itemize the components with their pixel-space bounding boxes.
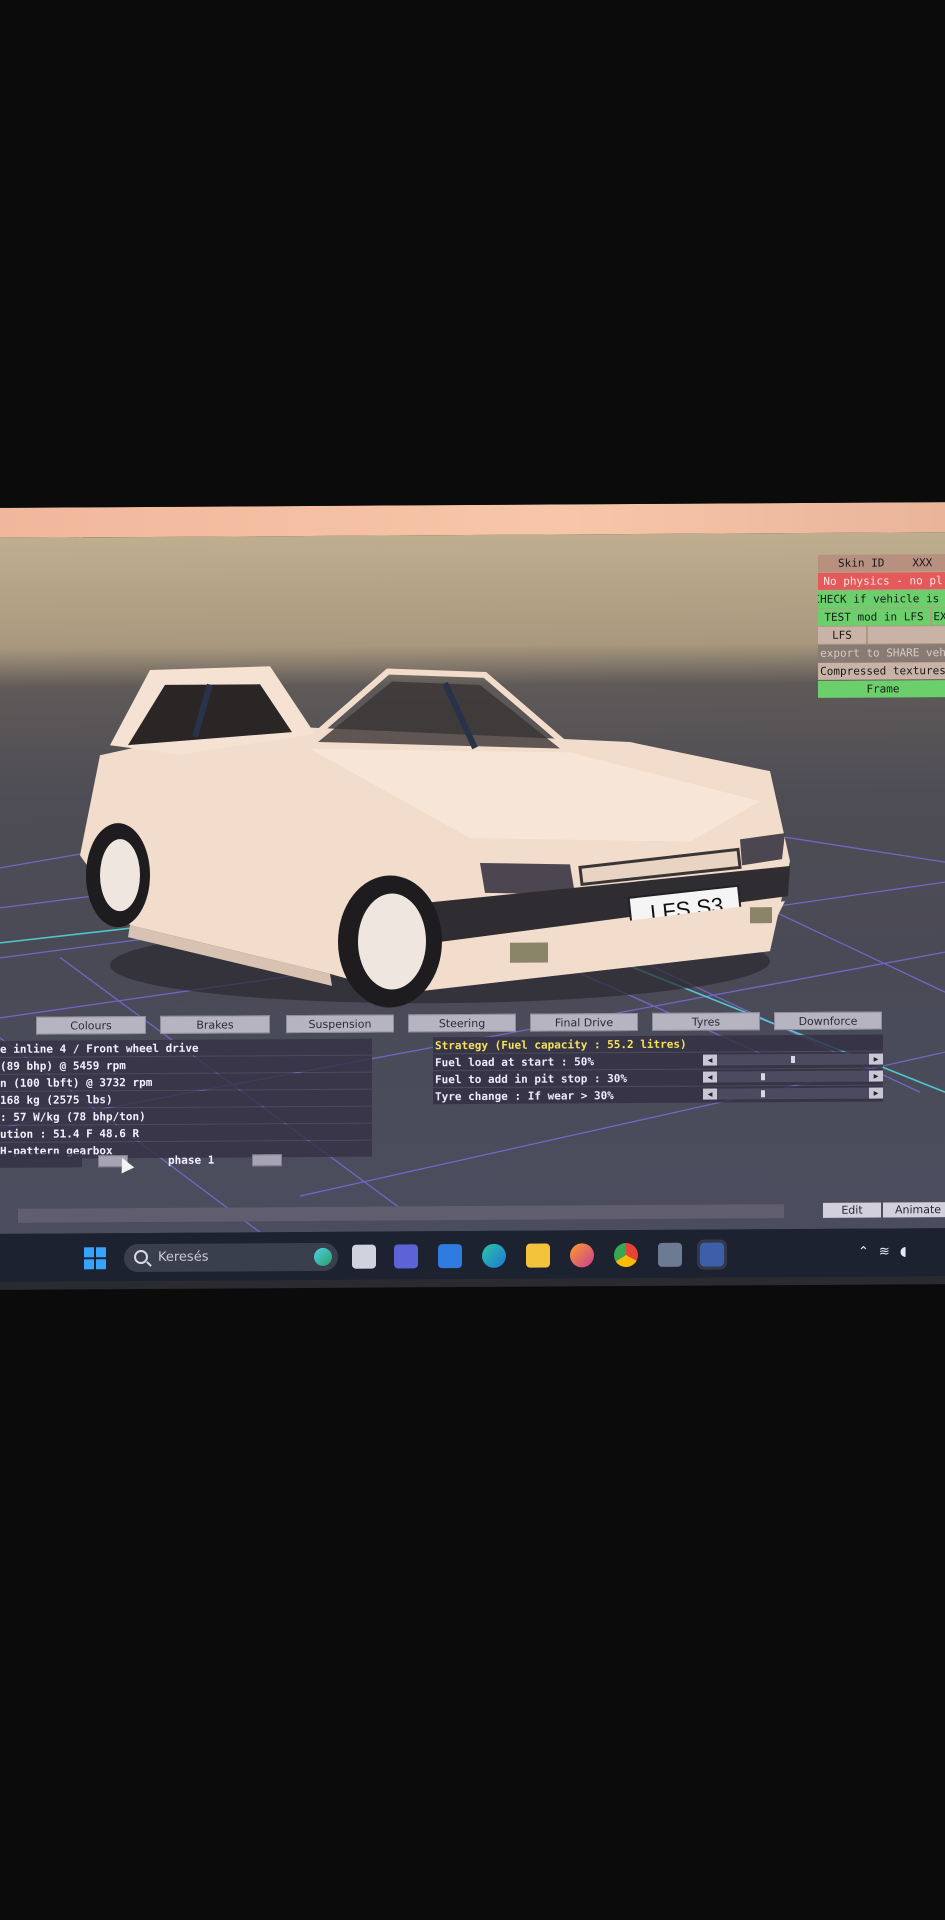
teams-icon[interactable] [394,1244,418,1269]
info-weight-distribution: ution : 51.4 F 48.6 R [0,1123,372,1142]
fuel-load-increase[interactable]: ▶ [869,1053,883,1065]
fuel-pit-decrease[interactable]: ◀ [703,1071,717,1083]
car-model[interactable]: LFS S3 [70,621,810,1026]
skin-panel: Skin ID XXX No physics - no pl CHECK if … [818,554,945,699]
frame-button[interactable]: Frame [818,680,945,698]
tyre-change-row: Tyre change : If wear > 30% ◀ ▶ [433,1085,883,1105]
wifi-icon[interactable]: ≋ [879,1244,890,1259]
speaker-icon[interactable]: ◖ [900,1244,907,1259]
info-power: (89 bhp) @ 5459 rpm [0,1055,372,1074]
strategy-title: Strategy (Fuel capacity : 55.2 litres) [435,1037,687,1052]
tab-brakes[interactable]: Brakes [160,1015,270,1034]
fuel-pit-slider[interactable]: ◀ ▶ [703,1070,883,1083]
skin-id-row[interactable]: Skin ID XXX [818,554,945,572]
skin-id-value: XXX [912,556,933,570]
file-explorer-icon[interactable] [526,1243,550,1268]
copilot-icon[interactable] [314,1247,332,1266]
info-torque: n (100 lbft) @ 3732 rpm [0,1072,372,1091]
fog-light-left [510,942,548,963]
info-mass: 168 kg (2575 lbs) [0,1089,372,1108]
fuel-load-label: Fuel load at start : 50% [435,1054,594,1069]
strategy-title-row: Strategy (Fuel capacity : 55.2 litres) [433,1034,883,1054]
search-placeholder: Keresés [158,1249,209,1265]
windows-start-icon[interactable] [84,1247,106,1270]
check-vehicle-button[interactable]: CHECK if vehicle is v [818,590,945,608]
rear-wheel [86,823,150,928]
lfs-button[interactable]: LFS [818,626,866,644]
tab-tyres[interactable]: Tyres [652,1012,760,1031]
tyre-change-label: Tyre change : If wear > 30% [435,1088,614,1103]
edge-icon[interactable] [482,1243,506,1268]
windshield [318,681,560,749]
export-share-button[interactable]: export to SHARE veh [818,644,945,662]
lfs-editor-icon[interactable] [697,1239,727,1270]
skin-id-label: Skin ID [838,556,885,570]
chevron-up-icon[interactable]: ⌃ [858,1245,869,1260]
phase-selector: phase 1 [0,1151,300,1171]
fuel-pit-increase[interactable]: ▶ [869,1070,883,1082]
tab-final-drive[interactable]: Final Drive [530,1012,638,1032]
front-wheel [338,875,442,1008]
tyre-change-increase[interactable]: ▶ [869,1087,883,1099]
test-mod-extra-button[interactable]: EX [932,608,945,626]
car-info-panel: e inline 4 / Front wheel drive (89 bhp) … [0,1038,372,1160]
bottom-buttons: Edit Animate [823,1202,945,1218]
fog-light-right [750,907,772,924]
windows-taskbar: Keresés ⌃ ≋ ◖ [0,1228,945,1282]
monitor-screen: LFS S3 Skin ID XXX No physics - no pl CH… [0,502,945,1290]
fuel-pit-row: Fuel to add in pit stop : 30% ◀ ▶ [433,1068,883,1088]
phase-left-field [0,1153,82,1168]
strategy-panel: Strategy (Fuel capacity : 55.2 litres) F… [433,1034,883,1105]
test-mod-button[interactable]: TEST mod in LFS [818,608,930,626]
info-engine: e inline 4 / Front wheel drive [0,1038,372,1057]
tab-suspension[interactable]: Suspension [286,1014,394,1034]
tab-downforce[interactable]: Downforce [774,1011,882,1031]
mail-icon[interactable] [438,1244,462,1269]
tyre-change-decrease[interactable]: ◀ [703,1088,717,1100]
tab-colours[interactable]: Colours [36,1015,146,1035]
edit-button[interactable]: Edit [823,1202,881,1218]
search-icon [134,1249,148,1265]
compressed-textures-button[interactable]: Compressed textures [818,662,945,680]
fuel-pit-label: Fuel to add in pit stop : 30% [435,1071,628,1086]
chrome-icon[interactable] [614,1242,638,1268]
lfs-app-icon[interactable] [658,1242,682,1267]
firefox-icon[interactable] [570,1243,594,1268]
info-power-to-weight: : 57 W/kg (78 bhp/ton) [0,1106,372,1125]
fuel-load-thumb[interactable] [791,1056,795,1064]
no-physics-button[interactable]: No physics - no pl [818,572,945,590]
task-view-icon[interactable] [352,1244,376,1269]
tyre-change-thumb[interactable] [761,1090,766,1098]
system-tray: ⌃ ≋ ◖ [858,1244,907,1259]
tab-steering[interactable]: Steering [408,1013,516,1033]
phase-label: phase 1 [168,1153,215,1167]
taskbar-search[interactable]: Keresés [124,1242,338,1273]
tyre-change-slider[interactable]: ◀ ▶ [703,1087,883,1100]
animate-button[interactable]: Animate [883,1202,945,1218]
fuel-load-row: Fuel load at start : 50% ◀ ▶ [433,1051,883,1071]
fuel-pit-thumb[interactable] [761,1073,766,1081]
lfs-spacer [868,626,945,644]
fuel-load-decrease[interactable]: ◀ [703,1054,717,1066]
phase-next-button[interactable] [252,1154,282,1167]
fuel-load-slider[interactable]: ◀ ▶ [703,1053,883,1066]
